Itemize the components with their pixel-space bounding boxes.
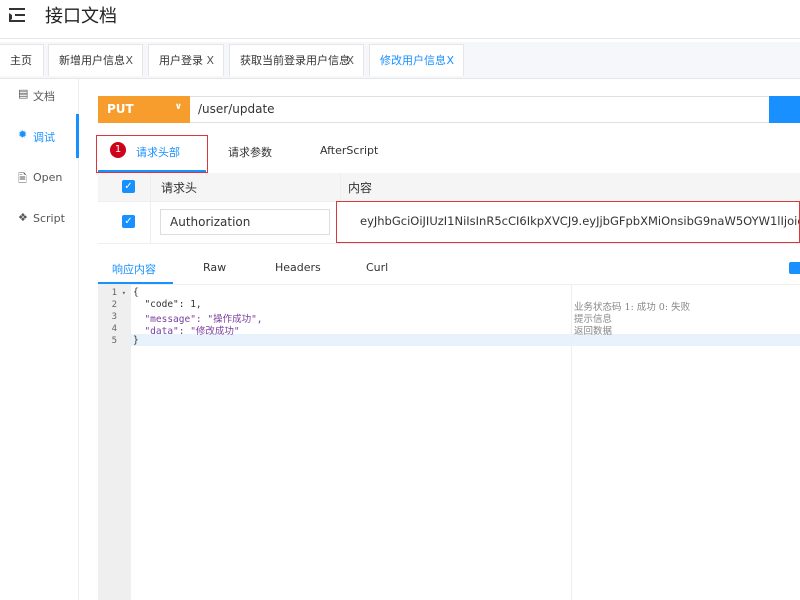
code-line: "code": 1, <box>133 299 202 310</box>
active-tab-underline <box>98 282 173 284</box>
response-tabs: 响应内容 Raw Headers Curl <box>98 254 800 285</box>
header-name-input[interactable]: Authorization <box>160 209 330 235</box>
code-line: "message": "操作成功", <box>133 314 263 325</box>
method-select[interactable]: PUT ∨ <box>98 96 190 123</box>
menu-icon[interactable] <box>9 7 27 23</box>
tab-headers[interactable]: Headers <box>275 261 321 274</box>
code-line: "data": "修改成功" <box>133 326 240 337</box>
send-button[interactable] <box>769 96 800 123</box>
sidebar: ▤ 文档 ✹ 调试 🗎 Open ❖ Script <box>0 79 79 600</box>
line-number: 1 ▾ <box>111 288 126 298</box>
field-note: 提示信息 <box>574 314 613 325</box>
tab-afterscript[interactable]: AfterScript <box>320 144 378 157</box>
tab-update-user[interactable]: 修改用户信息 X <box>369 44 464 76</box>
code-icon: ❖ <box>18 211 28 224</box>
close-icon[interactable]: X <box>346 45 354 77</box>
highlight-box <box>96 135 208 173</box>
document-icon: ▤ <box>18 87 29 100</box>
response-editor[interactable]: 1 ▾ 2 3 4 5 { "code": 1, "message": "操作成功… <box>98 285 800 600</box>
sidebar-item-debug[interactable]: ✹ 调试 <box>0 114 79 158</box>
tab-curl[interactable]: Curl <box>366 261 388 274</box>
tab-home[interactable]: 主页 <box>0 44 44 76</box>
active-indicator <box>76 114 79 158</box>
tab-current-user[interactable]: 获取当前登录用户信息 X <box>229 44 364 76</box>
sidebar-item-label: 文档 <box>33 90 55 103</box>
table-header: ✓ 请求头 内容 <box>98 173 800 202</box>
code-line: } <box>133 335 139 346</box>
method-value: PUT <box>107 102 134 116</box>
sidebar-item-open[interactable]: 🗎 Open <box>0 166 78 190</box>
page-tabs: 主页 新增用户信息 X 用户登录 X 获取当前登录用户信息 X 修改用户信息 X <box>0 42 800 79</box>
file-icon: 🗎 <box>18 172 27 185</box>
row-checkbox[interactable]: ✓ <box>122 215 135 228</box>
header-value-input[interactable]: eyJhbGciOiJIUzI1NiIsInR5cCI6IkpXVCJ9.eyJ… <box>336 201 800 243</box>
fold-icon: ▾ <box>121 289 126 297</box>
response-option-checkbox[interactable] <box>789 262 800 274</box>
tab-label: 获取当前登录用户信息 <box>240 54 350 67</box>
sidebar-item-docs[interactable]: ▤ 文档 <box>0 83 78 107</box>
field-note: 业务状态码 1: 成功 0: 失败 <box>574 302 691 313</box>
tab-response-content[interactable]: 响应内容 <box>112 261 156 277</box>
page-title: 接口文档 <box>45 6 117 27</box>
tab-label: 主页 <box>10 54 32 67</box>
tab-add-user[interactable]: 新增用户信息 X <box>48 44 143 76</box>
line-number: 2 <box>111 300 117 310</box>
line-number: 3 <box>111 312 117 322</box>
api-doc-page: 接口文档 主页 新增用户信息 X 用户登录 X 获取当前登录用户信息 X 修改用… <box>0 0 800 600</box>
tab-label: 用户登录 <box>159 54 203 67</box>
editor-divider <box>571 285 572 600</box>
sidebar-item-script[interactable]: ❖ Script <box>0 207 78 231</box>
column-header-name: 请求头 <box>161 181 198 195</box>
tab-label: 修改用户信息 <box>380 54 446 67</box>
sidebar-item-label: Script <box>33 212 65 225</box>
close-icon[interactable]: X <box>125 45 133 77</box>
select-all-checkbox[interactable]: ✓ <box>122 180 135 193</box>
app-header: 接口文档 <box>0 0 800 39</box>
code-line: { <box>133 287 139 298</box>
tab-user-login[interactable]: 用户登录 X <box>148 44 224 76</box>
close-icon[interactable]: X <box>206 45 214 77</box>
bug-icon: ✹ <box>18 128 28 141</box>
divider <box>340 173 341 201</box>
close-icon[interactable]: X <box>446 45 454 77</box>
sidebar-item-label: 调试 <box>33 131 55 144</box>
column-header-value: 内容 <box>348 181 373 195</box>
url-input[interactable]: /user/update <box>190 96 770 123</box>
tab-label: 新增用户信息 <box>59 54 125 67</box>
tab-raw[interactable]: Raw <box>203 261 226 274</box>
divider <box>150 201 151 243</box>
line-number: 5 <box>111 336 117 346</box>
field-note: 返回数据 <box>574 326 613 337</box>
chevron-down-icon: ∨ <box>174 102 182 112</box>
line-number: 4 <box>111 324 117 334</box>
sidebar-item-label: Open <box>33 171 63 184</box>
tab-request-params[interactable]: 请求参数 <box>228 144 272 160</box>
divider <box>150 173 151 201</box>
